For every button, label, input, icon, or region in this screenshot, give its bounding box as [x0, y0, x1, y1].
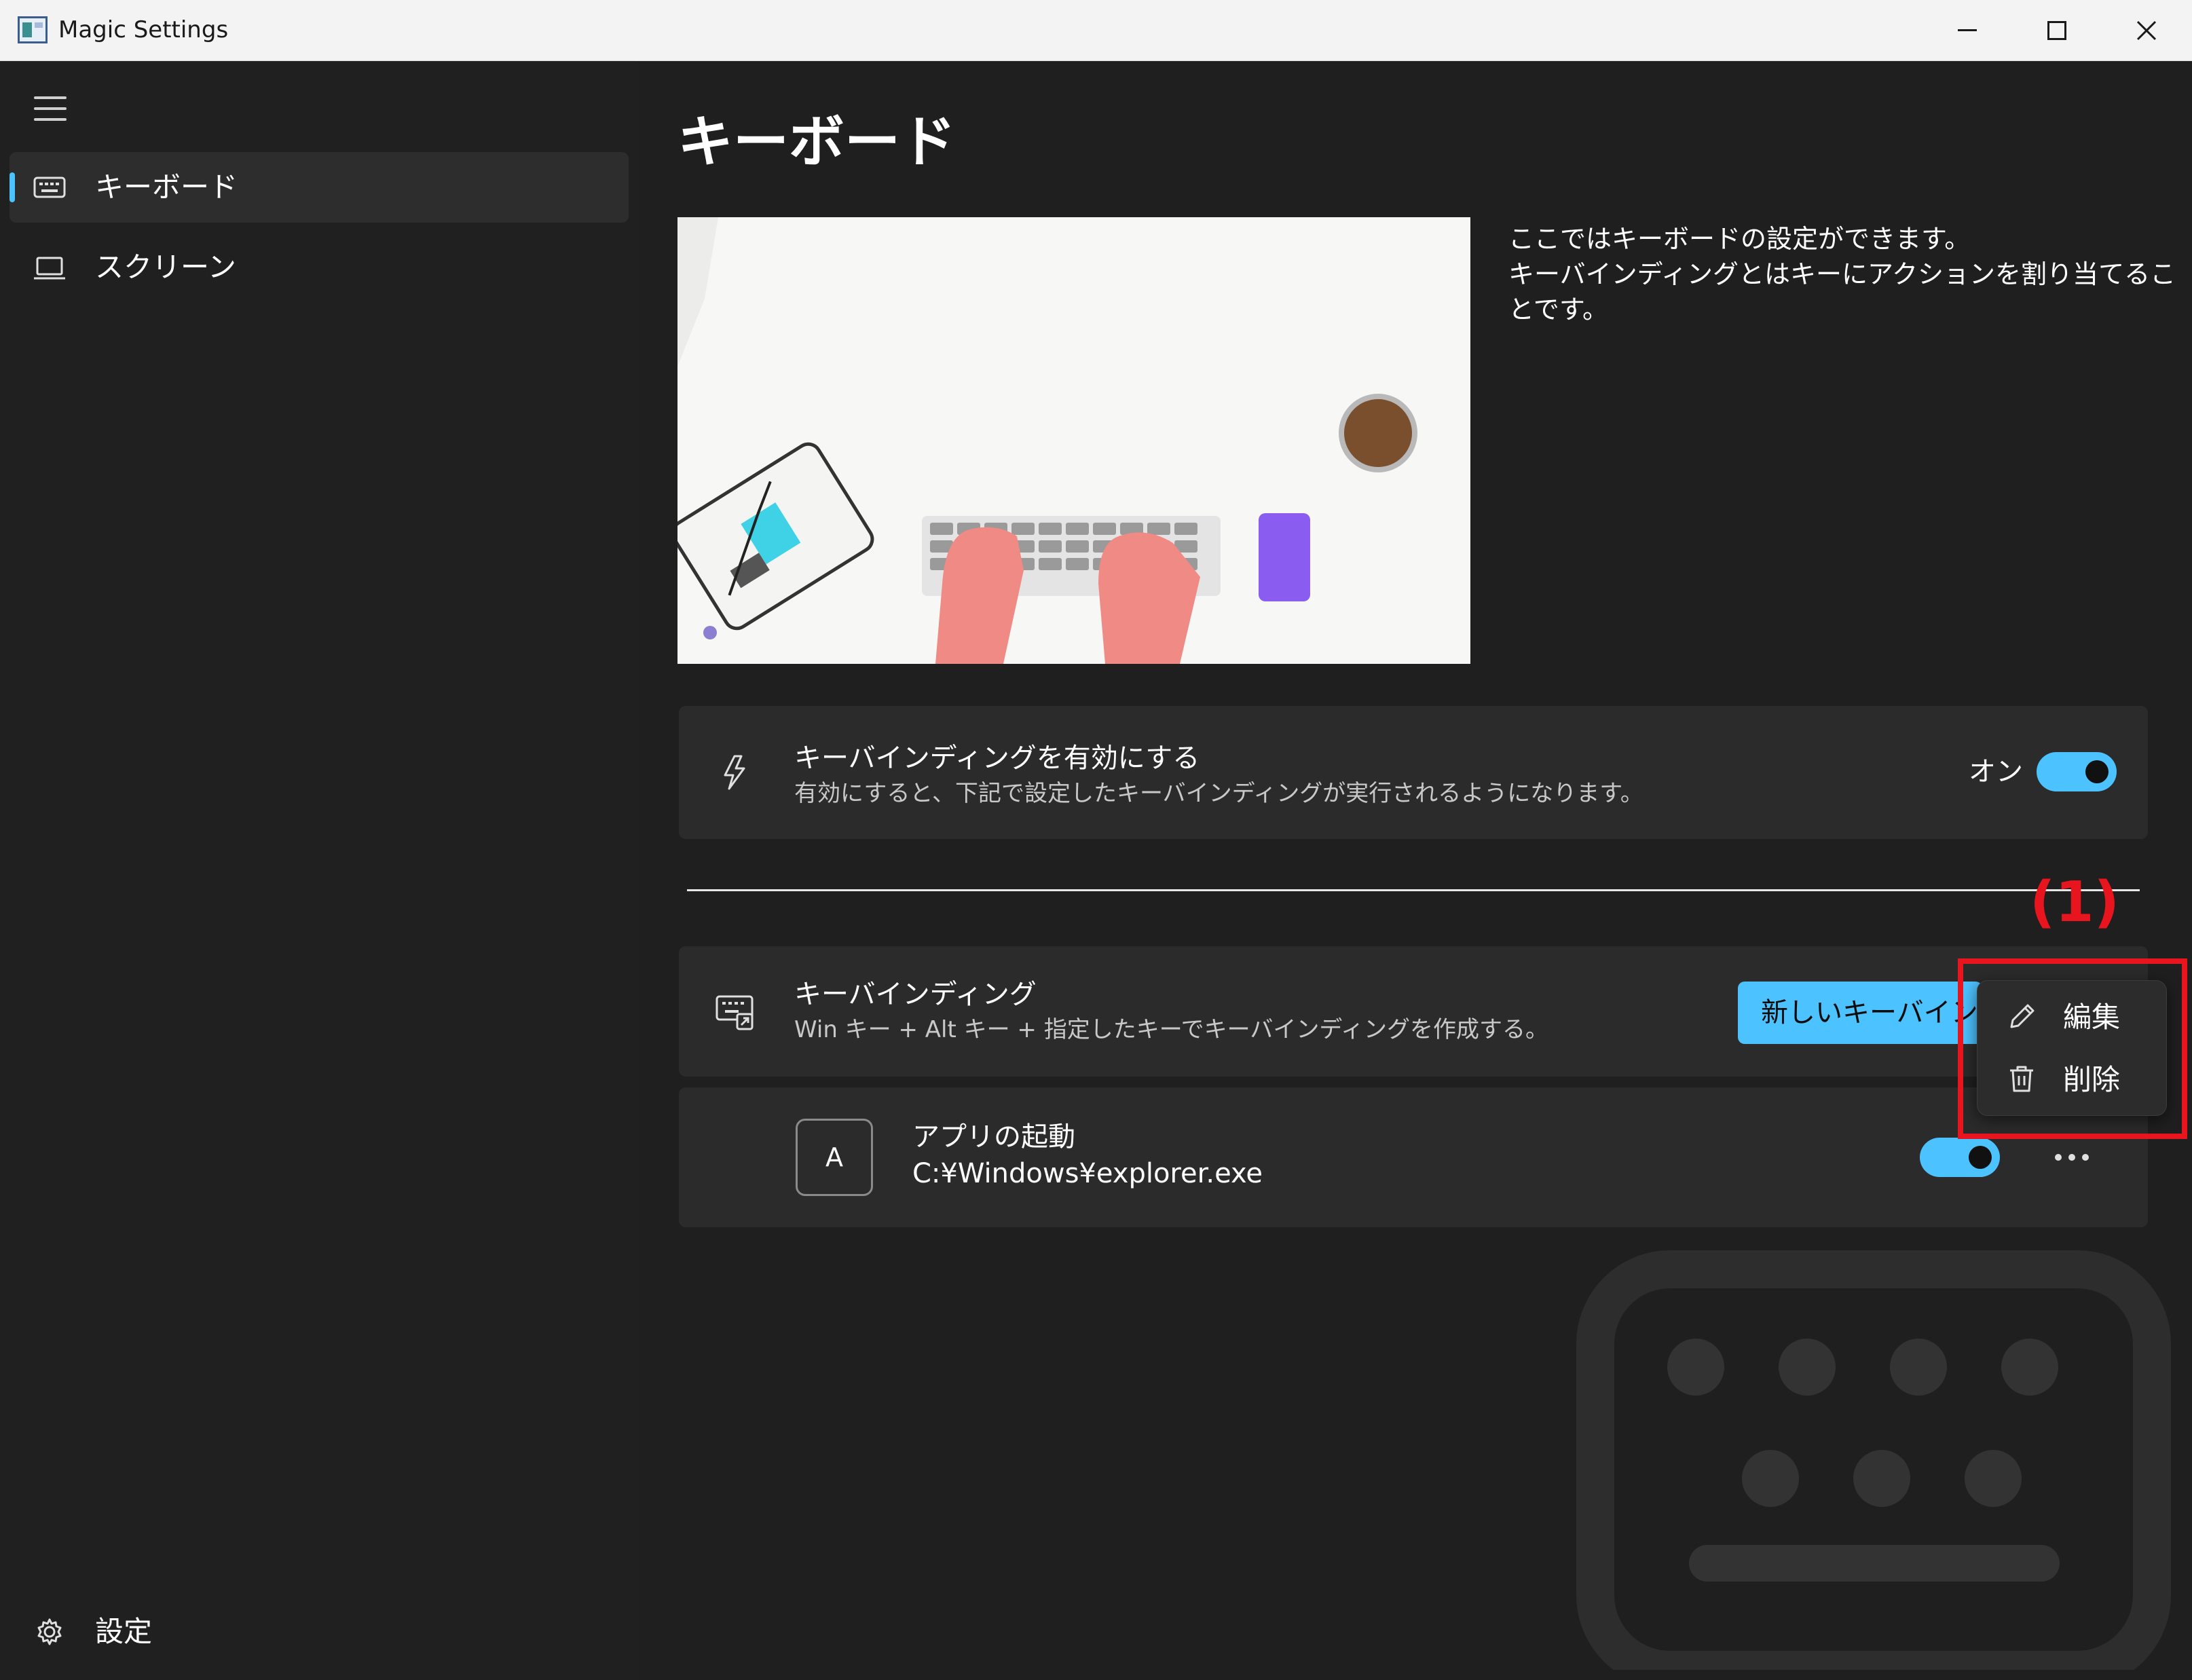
toggle-state-label: オン	[1969, 756, 2023, 787]
hero-illustration	[677, 217, 1470, 664]
section-divider	[687, 889, 2140, 891]
lightning-icon	[724, 755, 745, 790]
sidebar-item-label: スクリーン	[95, 250, 236, 284]
gear-icon	[37, 1618, 62, 1645]
minimize-icon	[1958, 29, 1977, 31]
keybinding-item-title: アプリの起動	[912, 1121, 1075, 1153]
keyboard-icon	[33, 176, 66, 198]
sidebar-item-screen[interactable]: スクリーン	[10, 232, 629, 303]
intro-line-1: ここではキーボードの設定ができます。	[1508, 224, 1971, 254]
new-keybinding-label: 新しいキーバインディング	[1761, 997, 1982, 1028]
keybinding-item-toggle[interactable]	[1920, 1138, 2000, 1177]
enable-keybinding-toggle[interactable]	[2037, 752, 2117, 791]
sidebar-item-label: キーボード	[95, 170, 238, 204]
keybindings-card-title: キーバインディング	[794, 979, 1037, 1010]
keyboard-shortcut-icon	[716, 995, 754, 1030]
minimize-button[interactable]	[1922, 0, 2012, 61]
intro-line-2: キーバインディングとはキーにアクションを割り当てることです。	[1508, 259, 2176, 324]
selection-indicator	[10, 172, 15, 202]
enable-card-title: キーバインディングを有効にする	[794, 743, 1200, 774]
title-bar: Magic Settings	[0, 0, 2192, 61]
annotation-label: (1)	[2030, 870, 2120, 935]
sidebar-item-label: 設定	[95, 1615, 153, 1648]
hamburger-icon[interactable]	[34, 95, 67, 122]
keybinding-key-badge: A	[796, 1119, 873, 1196]
sidebar	[0, 61, 638, 1680]
close-button[interactable]	[2102, 0, 2191, 61]
sidebar-item-keyboard[interactable]: キーボード	[10, 152, 629, 223]
keyboard-watermark-icon	[1576, 1250, 2171, 1670]
keybinding-item: アプリの起動 C:¥Windows¥explorer.exe	[679, 1087, 2148, 1227]
sidebar-item-settings[interactable]: 設定	[10, 1597, 629, 1667]
app-icon	[18, 16, 48, 43]
annotation-highlight-box	[1958, 958, 2187, 1139]
enable-keybinding-card: キーバインディングを有効にする 有効にすると、下記で設定したキーバインディングが…	[679, 706, 2148, 839]
maximize-icon	[2047, 21, 2066, 40]
page-title: キーボード	[677, 110, 956, 174]
window-title: Magic Settings	[58, 16, 229, 43]
keybindings-card-description: Win キー + Alt キー + 指定したキーでキーバインディングを作成する。	[794, 1016, 1548, 1043]
maximize-button[interactable]	[2012, 0, 2102, 61]
more-icon[interactable]	[2051, 1147, 2092, 1168]
new-keybinding-button[interactable]: 新しいキーバインディング	[1738, 982, 1982, 1044]
keybinding-item-path: C:¥Windows¥explorer.exe	[912, 1158, 1263, 1189]
close-icon	[2136, 20, 2157, 41]
laptop-icon	[34, 257, 65, 280]
enable-card-description: 有効にすると、下記で設定したキーバインディングが実行されるようになります。	[794, 780, 1643, 807]
